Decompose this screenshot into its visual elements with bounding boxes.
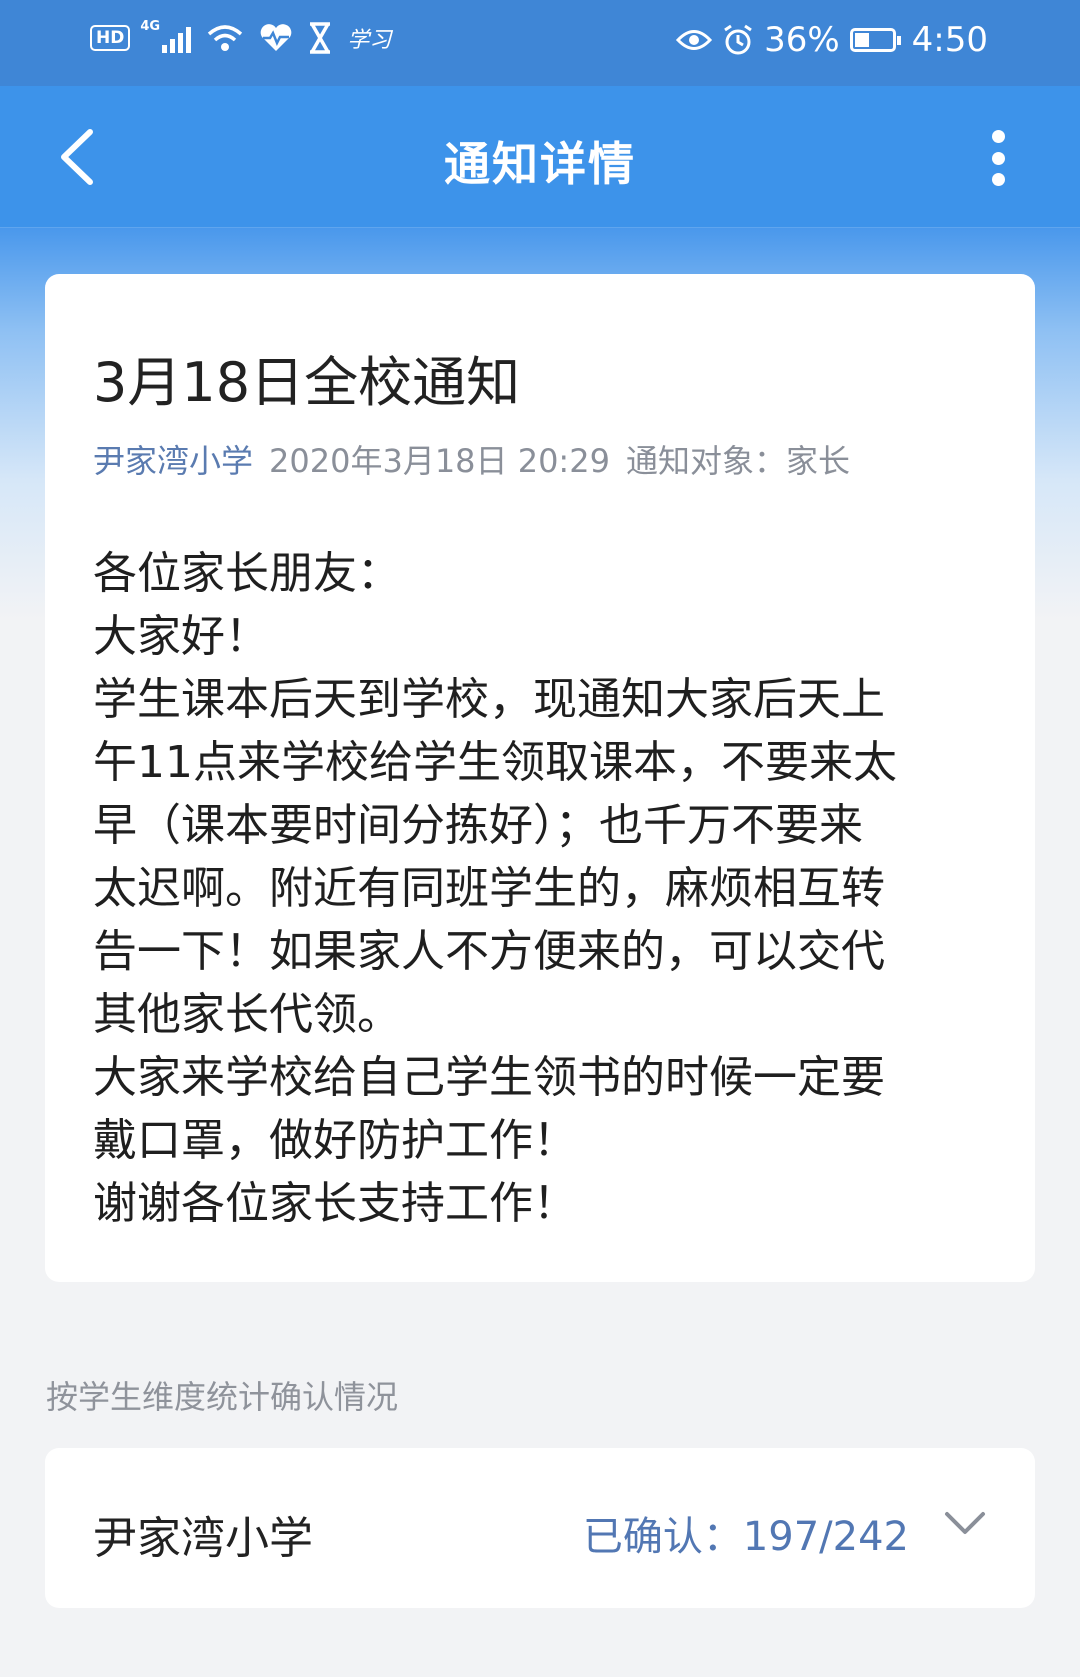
chevron-down-icon[interactable]	[943, 1504, 987, 1544]
notice-line: 告一下！如果家人不方便来的，可以交代	[93, 926, 885, 977]
notice-line: 学生课本后天到学校，现通知大家后天上	[93, 674, 885, 725]
notice-line: 午11点来学校给学生领取课本，不要来太	[93, 737, 897, 788]
notice-line: 其他家长代领。	[93, 989, 401, 1040]
eye-icon	[676, 30, 713, 50]
notice-card: 3月18日全校通知 尹家湾小学 2020年3月18日 20:29 通知对象：家长 各…	[45, 274, 1035, 1282]
stats-section-label: 按学生维度统计确认情况	[46, 1378, 399, 1416]
notice-line: 大家好！	[93, 611, 269, 662]
confirmed-label: 已确认：	[582, 1514, 743, 1560]
notice-school[interactable]: 尹家湾小学	[93, 442, 253, 480]
confirmed-count: 197/242	[742, 1514, 909, 1560]
more-options-button[interactable]	[988, 130, 1008, 186]
status-icons-left: HD 4G 学习	[90, 19, 392, 54]
notice-line: 谢谢各位家长支持工作！	[93, 1178, 577, 1229]
more-vertical-icon	[991, 130, 1005, 143]
alarm-icon	[724, 24, 752, 55]
notice-line: 太迟啊。附近有同班学生的，麻烦相互转	[93, 863, 885, 914]
wifi-icon	[208, 25, 243, 51]
notice-line: 大家来学校给自己学生领书的时候一定要	[93, 1052, 885, 1103]
notice-audience: 通知对象：家长	[625, 442, 850, 480]
battery-percent: 36%	[764, 20, 840, 60]
confirmation-status: 已确认：197/242	[583, 1504, 909, 1562]
notice-meta: 尹家湾小学 2020年3月18日 20:29 通知对象：家长	[93, 436, 850, 482]
clock-time: 4:50	[911, 20, 988, 60]
hourglass-icon	[310, 22, 331, 54]
notice-body: 各位家长朋友： 大家好！ 学生课本后天到学校，现通知大家后天上 午11点来学校给…	[93, 542, 993, 1235]
notice-title: 3月18日全校通知	[93, 351, 521, 414]
confirmation-stats-row[interactable]: 尹家湾小学 已确认：197/242	[45, 1448, 1035, 1608]
signal-icon: 4G	[140, 19, 192, 53]
status-bar: HD 4G 学习 36% 4:50	[0, 0, 1080, 86]
network-type: 4G	[140, 19, 161, 34]
notice-line: 戴口罩，做好防护工作！	[93, 1115, 577, 1166]
page-title: 通知详情	[444, 137, 636, 191]
notice-line: 早（课本要时间分拣好）；也千万不要来	[93, 800, 863, 851]
status-icons-right: 36% 4:50	[676, 20, 988, 60]
battery-icon	[849, 28, 901, 52]
notice-datetime: 2020年3月18日 20:29	[269, 442, 610, 480]
study-label: 学习	[347, 28, 392, 53]
heart-rate-icon	[261, 24, 292, 51]
notice-line: 各位家长朋友：	[93, 548, 401, 599]
hd-badge: HD	[90, 25, 131, 51]
app-header: 通知详情	[0, 86, 1080, 228]
stats-school-name: 尹家湾小学	[93, 1513, 313, 1564]
